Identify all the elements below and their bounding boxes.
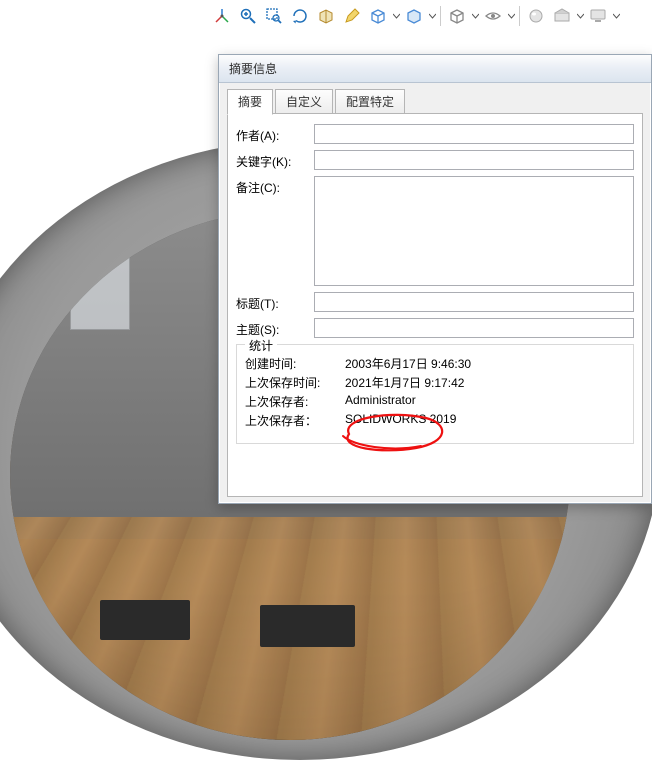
label-keywords: 关键字(K): [236,150,314,170]
scene-icon[interactable] [550,4,574,28]
env-bench [260,605,355,647]
tab-summary[interactable]: 摘要 [227,89,273,115]
comments-field[interactable] [314,176,634,286]
stat-savedby-label: 上次保存者: [245,393,345,410]
stats-legend: 统计 [245,337,277,354]
toolbar-separator [440,6,441,26]
stat-savedby-value: Administrator [345,393,625,410]
author-field[interactable] [314,124,634,144]
appearance-icon[interactable] [524,4,548,28]
zoom-fit-icon[interactable] [236,4,260,28]
eye-icon[interactable] [481,4,505,28]
heads-up-toolbar [210,4,620,28]
tab-config[interactable]: 配置特定 [335,89,405,114]
label-comments: 备注(C): [236,176,314,196]
tab-panel-summary: 作者(A): 关键字(K): 备注(C): 标题(T): 主题(S): 统计 [227,113,643,497]
edit-appearance-icon[interactable] [340,4,364,28]
stat-saved-value: 2021年1月7日 9:17:42 [345,374,625,391]
dialog-body: 摘要 自定义 配置特定 作者(A): 关键字(K): 备注(C): 标题(T): [219,83,651,505]
zoom-area-icon[interactable] [262,4,286,28]
chevron-down-icon[interactable] [613,13,620,20]
chevron-down-icon[interactable] [472,13,479,20]
chevron-down-icon[interactable] [393,13,400,20]
stat-savedwith-value: SOLIDWORKS 2019 [345,412,625,429]
label-author: 作者(A): [236,124,314,144]
stat-saved-label: 上次保存时间: [245,374,345,391]
triad-icon[interactable] [210,4,234,28]
tab-custom[interactable]: 自定义 [275,89,333,114]
chevron-down-icon[interactable] [429,13,436,20]
subject-field[interactable] [314,318,634,338]
stats-group: 统计 创建时间: 2003年6月17日 9:46:30 上次保存时间: 2021… [236,344,634,444]
stat-created-value: 2003年6月17日 9:46:30 [345,355,625,372]
chevron-down-icon[interactable] [577,13,584,20]
label-subject: 主题(S): [236,318,314,338]
summary-info-dialog: 摘要信息 摘要 自定义 配置特定 作者(A): 关键字(K): 备注(C): 标… [218,54,652,504]
chevron-down-icon[interactable] [508,13,515,20]
prev-view-icon[interactable] [288,4,312,28]
screen-icon[interactable] [586,4,610,28]
env-window [70,250,130,330]
view-orientation-icon[interactable] [366,4,390,28]
label-title: 标题(T): [236,292,314,312]
stat-created-label: 创建时间: [245,355,345,372]
hide-show-icon[interactable] [445,4,469,28]
title-field[interactable] [314,292,634,312]
toolbar-separator [519,6,520,26]
display-style-icon[interactable] [402,4,426,28]
section-view-icon[interactable] [314,4,338,28]
dialog-titlebar[interactable]: 摘要信息 [219,55,651,83]
dialog-title: 摘要信息 [229,60,277,77]
stat-savedwith-label: 上次保存者： [245,412,345,429]
keywords-field[interactable] [314,150,634,170]
env-bench [100,600,190,640]
tab-row: 摘要 自定义 配置特定 [227,90,643,114]
